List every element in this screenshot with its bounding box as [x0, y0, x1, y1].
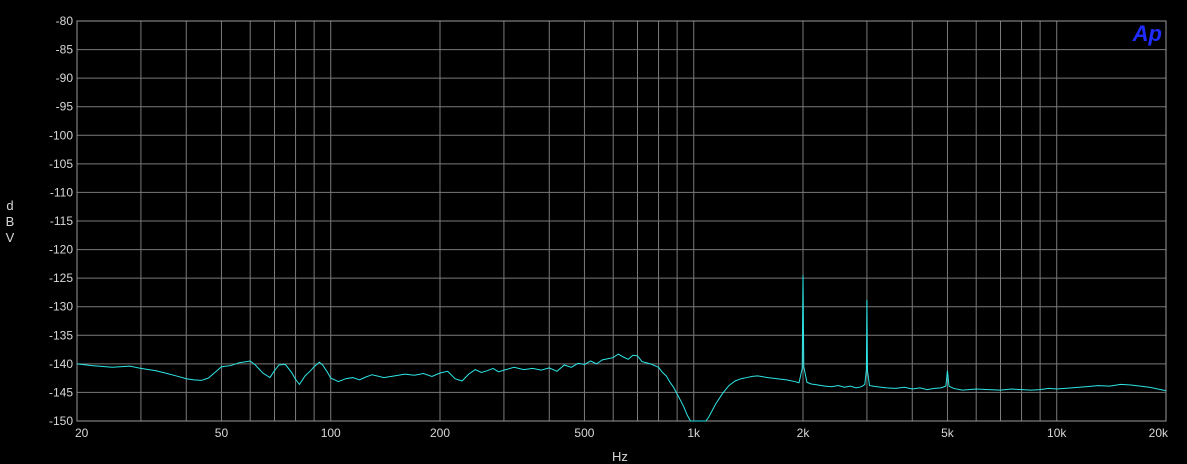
x-tick-label: 500 — [574, 426, 594, 440]
x-tick-label: 20 — [75, 426, 89, 440]
y-tick-label: -140 — [49, 357, 73, 371]
x-axis-label: Hz — [612, 449, 628, 464]
x-tick-label: 100 — [321, 426, 341, 440]
y-axis-label-d: d — [6, 198, 13, 213]
y-tick-label: -80 — [56, 14, 74, 28]
y-tick-label: -90 — [56, 71, 74, 85]
x-tick-label: 2k — [797, 426, 811, 440]
y-tick-label: -125 — [49, 271, 73, 285]
y-tick-label: -100 — [49, 128, 73, 142]
chart-background — [0, 0, 1187, 464]
x-tick-label: 5k — [941, 426, 955, 440]
y-tick-label: -115 — [50, 214, 73, 228]
x-tick-label: 20k — [1149, 426, 1169, 440]
x-tick-label: 200 — [430, 426, 450, 440]
y-tick-label: -85 — [56, 43, 74, 57]
y-tick-label: -110 — [50, 185, 73, 199]
x-tick-label: 1k — [687, 426, 701, 440]
x-tick-label: 10k — [1047, 426, 1067, 440]
y-tick-label: -145 — [49, 385, 73, 399]
x-tick-label: 50 — [215, 426, 229, 440]
y-tick-label: -95 — [56, 100, 74, 114]
ap-logo: Ap — [1132, 21, 1162, 46]
y-tick-label: -105 — [49, 157, 73, 171]
y-tick-label: -120 — [49, 243, 73, 257]
y-axis-label-v: V — [6, 230, 15, 245]
y-tick-label: -130 — [49, 300, 73, 314]
y-tick-label: -135 — [49, 328, 73, 342]
fft-spectrum-chart: -80 -85 -90 -95 -100 -105 -110 -115 -120 -125 -130… — [0, 0, 1187, 464]
y-axis-label-b: B — [6, 214, 15, 229]
y-axis-label: d B V — [6, 198, 15, 245]
y-tick-label: -150 — [49, 414, 73, 428]
